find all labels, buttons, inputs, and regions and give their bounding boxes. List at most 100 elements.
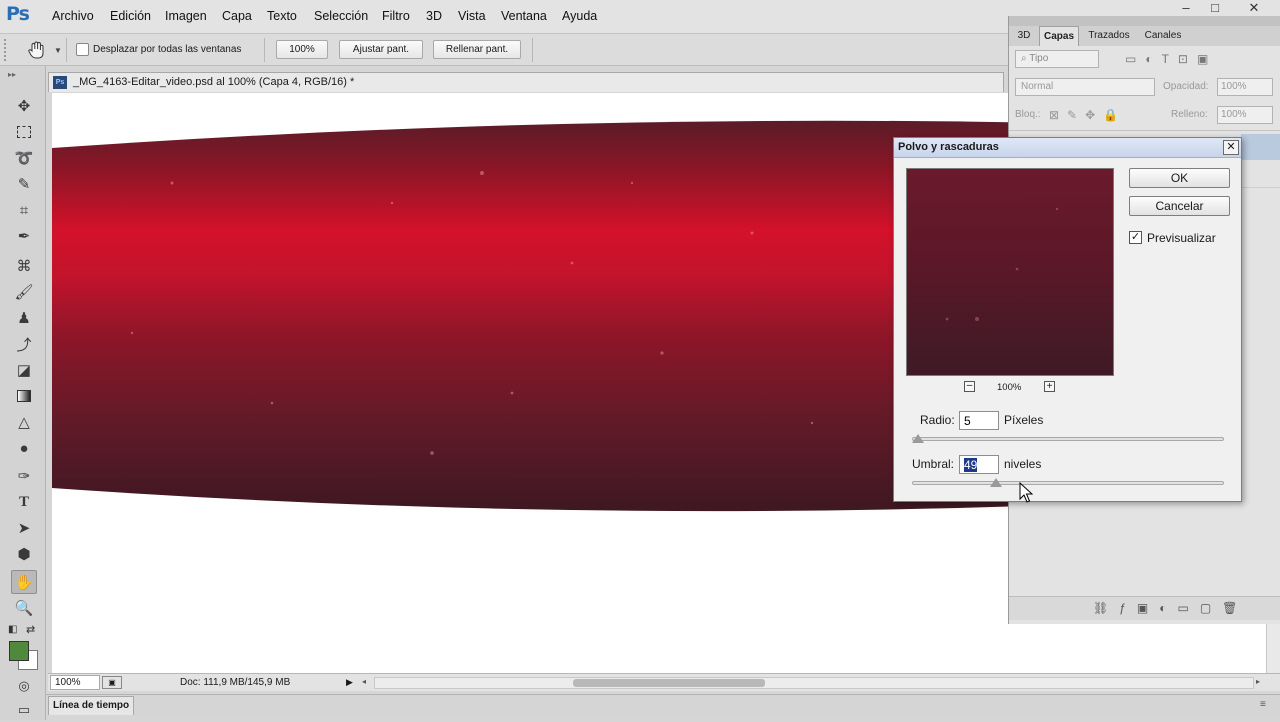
filter-preview-image[interactable] <box>906 168 1114 376</box>
opacity-label: Opacidad: <box>1163 81 1209 92</box>
menu-texto[interactable]: Texto <box>267 9 297 23</box>
swap-colors-icon[interactable]: ⇄ <box>26 623 35 636</box>
hand-tool-button-icon[interactable]: ✋ <box>11 570 37 594</box>
layer-row[interactable] <box>1241 162 1280 188</box>
radius-label: Radio: <box>920 413 955 427</box>
lasso-tool-icon[interactable]: ➰ <box>11 146 37 170</box>
default-colors-icon[interactable]: ◧ <box>8 624 17 635</box>
threshold-input[interactable]: 49 <box>959 455 999 474</box>
opacity-field[interactable]: 100% <box>1217 78 1273 96</box>
menu-imagen[interactable]: Imagen <box>165 9 207 23</box>
tool-preset-chevron-icon[interactable]: ▼ <box>54 46 62 55</box>
menu-ventana[interactable]: Ventana <box>501 9 547 23</box>
blend-mode-select[interactable]: Normal <box>1015 78 1155 96</box>
menu-ayuda[interactable]: Ayuda <box>562 9 597 23</box>
move-tool-icon[interactable]: ✥ <box>11 94 37 118</box>
lock-icons[interactable]: ⊠✎✥🔒 <box>1049 108 1126 122</box>
maximize-button[interactable]: □ <box>1201 1 1229 16</box>
crop-tool-icon[interactable]: ⌗ <box>11 198 37 222</box>
menu-vista[interactable]: Vista <box>458 9 486 23</box>
panel-menu-icon[interactable]: ≡ <box>1260 699 1266 710</box>
status-menu-arrow-icon[interactable]: ▶ <box>346 677 353 688</box>
dodge-tool-icon[interactable]: ● <box>11 436 37 460</box>
zoom-in-icon[interactable]: + <box>1044 381 1055 392</box>
layer-filter-select[interactable]: ⌕ Tipo <box>1015 50 1099 68</box>
clone-stamp-tool-icon[interactable]: ♟ <box>11 306 37 330</box>
threshold-unit: niveles <box>1004 457 1042 471</box>
screen-mode-icon[interactable]: ▭ <box>11 698 37 722</box>
eyedropper-tool-icon[interactable]: ✒ <box>11 224 37 248</box>
dialog-close-icon[interactable]: ✕ <box>1223 140 1239 155</box>
ok-button[interactable]: OK <box>1129 168 1230 188</box>
radius-slider-thumb[interactable] <box>912 434 925 443</box>
separator <box>264 38 265 62</box>
threshold-slider[interactable] <box>912 481 1224 485</box>
ps-document-icon: Ps <box>53 76 67 89</box>
pen-tool-icon[interactable]: ✑ <box>11 464 37 488</box>
threshold-value-selected: 49 <box>964 458 978 472</box>
scroll-all-label: Desplazar por todas las ventanas <box>93 44 242 55</box>
zoom-tool-icon[interactable]: 🔍 <box>11 596 37 620</box>
tab-capas[interactable]: Capas <box>1039 26 1079 46</box>
menu-archivo[interactable]: Archivo <box>52 9 94 23</box>
brush-tool-icon[interactable]: 🖌 <box>11 280 37 304</box>
document-tab[interactable]: Ps _MG_4163-Editar_video.psd al 100% (Ca… <box>48 72 1004 92</box>
preview-zoom-label: 100% <box>997 382 1022 393</box>
zoom-out-icon[interactable]: – <box>964 381 975 392</box>
tab-3d[interactable]: 3D <box>1011 26 1037 46</box>
quick-mask-icon[interactable]: ◎ <box>11 674 37 698</box>
divider <box>1009 130 1280 131</box>
dialog-title-bar[interactable]: Polvo y rascaduras ✕ <box>894 138 1241 158</box>
foreground-color-swatch[interactable] <box>9 641 29 661</box>
gradient-tool-icon[interactable] <box>11 384 37 408</box>
selected-layer-row[interactable] <box>1241 134 1280 160</box>
blur-tool-icon[interactable]: △ <box>11 410 37 434</box>
marquee-tool-icon[interactable] <box>11 120 37 144</box>
scroll-right-arrow-icon[interactable]: ▸ <box>1256 677 1260 686</box>
menu-capa[interactable]: Capa <box>222 9 252 23</box>
history-brush-tool-icon[interactable]: ⤴ <box>11 332 37 356</box>
fill-field[interactable]: 100% <box>1217 106 1273 124</box>
zoom-100-button[interactable]: 100% <box>276 40 328 59</box>
scroll-left-arrow-icon[interactable]: ◂ <box>362 677 366 686</box>
radius-input[interactable] <box>959 411 999 430</box>
preview-label: Previsualizar <box>1147 231 1216 245</box>
timeline-tab[interactable]: Línea de tiempo <box>48 696 134 715</box>
menu-filtro[interactable]: Filtro <box>382 9 410 23</box>
fill-screen-button[interactable]: Rellenar pant. <box>433 40 521 59</box>
layer-footer-icons[interactable]: ⛓ƒ▣◐▭▢🗑 <box>1093 601 1248 615</box>
status-preview-icon[interactable]: ▣ <box>102 676 122 689</box>
collapse-arrows-icon[interactable]: ▸▸ <box>8 70 16 79</box>
healing-brush-tool-icon[interactable]: ⌘ <box>11 254 37 278</box>
cancel-button[interactable]: Cancelar <box>1129 196 1230 216</box>
search-icon: ⌕ <box>1021 53 1030 64</box>
separator <box>66 38 67 62</box>
fit-screen-button[interactable]: Ajustar pant. <box>339 40 423 59</box>
menu-3d[interactable]: 3D <box>426 9 442 23</box>
scroll-all-checkbox[interactable] <box>76 43 89 56</box>
tab-trazados[interactable]: Trazados <box>1081 26 1137 46</box>
hand-tool-icon[interactable] <box>26 39 48 61</box>
zoom-field[interactable]: 100% <box>50 675 100 690</box>
separator <box>532 38 533 62</box>
type-tool-icon[interactable]: T <box>11 490 37 514</box>
doc-size-info: Doc: 111,9 MB/145,9 MB <box>180 677 291 688</box>
horizontal-scroll-thumb[interactable] <box>573 679 765 687</box>
tab-canales[interactable]: Canales <box>1139 26 1187 46</box>
radius-slider[interactable] <box>912 437 1224 441</box>
menu-seleccion[interactable]: Selección <box>314 9 368 23</box>
dust-scratches-dialog: Polvo y rascaduras ✕ – 100% + OK Cancela… <box>893 137 1242 502</box>
minimize-button[interactable]: – <box>1172 1 1200 16</box>
preview-checkbox[interactable]: ✓ <box>1129 231 1142 244</box>
close-button[interactable]: ✕ <box>1240 1 1268 16</box>
path-select-tool-icon[interactable]: ➤ <box>11 516 37 540</box>
quick-select-tool-icon[interactable]: ✎ <box>11 172 37 196</box>
layer-filter-icons[interactable]: ▭◐T⊡▣ <box>1125 52 1217 66</box>
horizontal-scrollbar[interactable] <box>374 677 1254 689</box>
lock-label: Bloq.: <box>1015 109 1041 120</box>
eraser-tool-icon[interactable]: ◪ <box>11 358 37 382</box>
menu-edicion[interactable]: Edición <box>110 9 151 23</box>
layers-footer: ⛓ƒ▣◐▭▢🗑 <box>1009 596 1280 620</box>
threshold-slider-thumb[interactable] <box>990 478 1003 487</box>
shape-tool-icon[interactable]: ⬢ <box>11 542 37 566</box>
